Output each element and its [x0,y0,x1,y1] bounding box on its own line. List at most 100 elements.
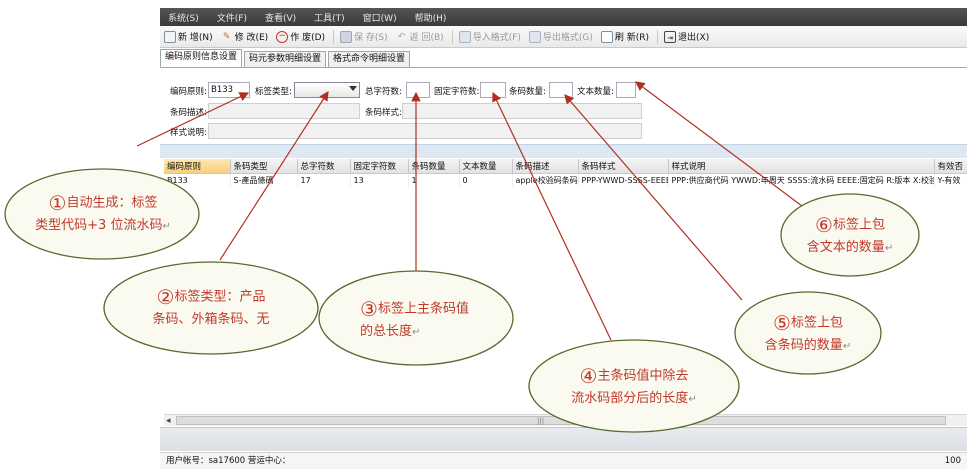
tab-format-commands[interactable]: 格式命令明细设置 [328,51,411,67]
back-button-label: 返 回(B) [409,33,444,43]
label-type-select[interactable] [294,82,360,98]
callout-6-number: ⑥ [815,213,833,237]
menu-window[interactable]: 窗口(W) [363,11,397,24]
export-icon [528,30,541,43]
export-format-label: 导出格式(G) [542,33,593,43]
status-bar: 用户帐号：sa17600 营运中心： 100 [160,452,967,469]
menu-view[interactable]: 查看(V) [265,11,296,24]
callout-1-line1: 自动生成：标签 [66,195,158,211]
col-style-desc[interactable]: 样式说明 [668,159,935,174]
barcode-style-field[interactable] [402,103,642,119]
exit-button[interactable]: ⇥ 退出(X) [664,30,709,43]
rule-label: 编码原则: [170,87,207,97]
void-button[interactable]: − 作 废(D) [276,30,325,43]
label-type-label: 标签类型: [255,87,292,97]
callout-3-line1: 标签上主条码值 [377,301,469,317]
tab-rule-info[interactable]: 编码原则信息设置 [160,49,243,67]
menu-file[interactable]: 文件(F) [217,11,247,24]
refresh-page-icon [600,30,613,43]
callout-4-line2: 流水码部分后的长度 [571,390,689,406]
rules-grid: 编码原则 条码类型 总字符数 固定字符数 条码数量 文本数量 条码描述 条码样式… [164,159,967,187]
col-barcode-count[interactable]: 条码数量 [408,159,460,174]
fixed-chars-label: 固定字符数: [434,87,480,97]
save-button[interactable]: 保 存(S) [340,30,388,43]
exit-door-icon: ⇥ [664,30,677,43]
toolbar-separator [333,29,335,44]
cell-text-count: 0 [459,173,513,187]
void-button-label: 作 废(D) [290,33,326,43]
barcode-desc-field[interactable] [208,103,360,119]
callout-6-line2: 含文本的数量 [806,239,885,255]
style-desc-label: 样式说明: [170,128,207,138]
cell-fixed-chars: 13 [350,173,409,187]
col-valid[interactable]: 有效否 [934,159,967,174]
new-button[interactable]: 新 增(N) [164,30,213,43]
back-button[interactable]: ↶ 返 回(B) [396,30,444,44]
horizontal-scrollbar[interactable]: ◂ ||| [164,414,967,426]
exit-button-label: 退出(X) [678,33,710,43]
barcode-style-label: 条码样式: [365,108,402,118]
table-row[interactable]: B133 S-產品條碼 17 13 1 0 apple校验码条码 PPP-YWW… [164,173,967,187]
fixed-chars-field[interactable] [480,82,506,98]
barcode-count-label: 条码数量: [509,87,546,97]
toolbar-separator [657,29,659,44]
text-count-label: 文本数量: [577,87,614,97]
new-button-label: 新 增(N) [178,33,213,43]
tab-element-params[interactable]: 码元参数明细设置 [244,51,327,67]
edit-button-label: 修 改(E) [234,33,269,43]
style-desc-field[interactable] [208,123,642,139]
undo-icon: ↶ [397,31,406,42]
cell-barcode-count: 1 [408,173,460,187]
total-chars-field[interactable] [406,82,430,98]
grip-icon: ||| [537,417,545,425]
new-document-icon [164,30,176,43]
col-fixed-chars[interactable]: 固定字符数 [350,159,409,174]
menu-tools[interactable]: 工具(T) [314,11,345,24]
col-total-chars[interactable]: 总字符数 [297,159,351,174]
col-barcode-desc[interactable]: 条码描述 [512,159,579,174]
status-panel [160,427,967,451]
cell-total-chars: 17 [297,173,351,187]
col-text-count[interactable]: 文本数量 [459,159,513,174]
text-count-field[interactable] [616,82,636,98]
callout-6: ⑥标签上包 含文本的数量↵ [784,214,916,260]
col-rule[interactable]: 编码原则 [164,159,231,174]
refresh-button[interactable]: 刷 新(R) [600,30,649,43]
menu-system[interactable]: 系统(S) [168,11,199,24]
callout-1: ①自动生成：标签 类型代码+3 位流水码↵ [10,192,196,238]
return-mark: ↵ [688,393,697,405]
callout-2-line2: 条码、外箱条码、无 [152,311,270,327]
col-barcode-type[interactable]: 条码类型 [230,159,298,174]
tab-strip: 编码原则信息设置 码元参数明细设置 格式命令明细设置 [160,49,967,68]
cell-barcode-desc: apple校验码条码 [512,173,579,187]
menu-help[interactable]: 帮助(H) [415,11,447,24]
save-button-label: 保 存(S) [354,33,388,43]
rule-form: 编码原则: B133 标签类型: 总字符数: 固定字符数: 条码数量: 文本数量… [160,70,967,144]
barcode-desc-label: 条码描述: [170,108,207,118]
edit-button[interactable]: ✎ 修 改(E) [221,30,269,44]
callout-2-line1: 标签类型：产品 [174,289,266,305]
grid-header-row: 编码原则 条码类型 总字符数 固定字符数 条码数量 文本数量 条码描述 条码样式… [164,159,967,174]
scroll-left-icon[interactable]: ◂ [166,416,171,426]
scrollbar-thumb[interactable]: ||| [176,416,946,425]
callout-1-line2: 类型代码+3 位流水码 [35,217,163,233]
toolbar: 新 增(N) ✎ 修 改(E) − 作 废(D) 保 存(S) ↶ 返 回(B)… [160,26,967,48]
import-icon [458,30,471,43]
callout-5-line1: 标签上包 [790,315,843,331]
import-format-label: 导入格式(F) [472,33,521,43]
import-format-button[interactable]: 导入格式(F) [458,30,521,43]
cell-barcode-style: PPP-YWWD-SSSS-EEEE-R-X [578,173,669,187]
col-barcode-style[interactable]: 条码样式 [578,159,669,174]
cell-valid: Y-有效 [934,173,967,187]
void-circle-icon: − [276,30,289,43]
return-mark: ↵ [162,220,171,232]
callout-4: ④主条码值中除去 流水码部分后的长度↵ [534,365,734,411]
return-mark: ↵ [412,326,421,338]
export-format-button[interactable]: 导出格式(G) [528,30,593,43]
callout-4-number: ④ [579,364,598,388]
barcode-count-field[interactable] [549,82,573,98]
callout-5-number: ⑤ [773,311,791,335]
rule-field[interactable]: B133 [208,82,250,98]
status-user: 用户帐号：sa17600 营运中心： [166,456,291,466]
pencil-icon: ✎ [222,31,231,42]
